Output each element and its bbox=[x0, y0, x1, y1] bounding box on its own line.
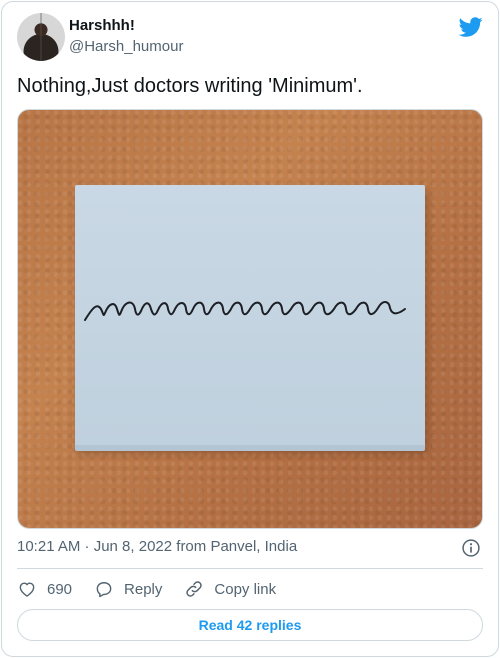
author-name[interactable]: Harshhh! bbox=[69, 17, 135, 34]
timestamp-row: 10:21 AM · Jun 8, 2022 from Panvel, Indi… bbox=[17, 538, 483, 558]
author-handle[interactable]: @Harsh_humour bbox=[69, 38, 183, 55]
tweet-photo[interactable]: minimum bbox=[17, 109, 483, 529]
tweet-text: Nothing,Just doctors writing 'Minimum'. bbox=[17, 75, 363, 97]
tweet-actions: 690 Reply Copy link bbox=[17, 578, 298, 600]
reply-icon bbox=[96, 582, 112, 598]
sticky-note: minimum bbox=[75, 185, 425, 451]
handwriting-minimum: minimum bbox=[84, 301, 406, 321]
reply-button[interactable]: Reply bbox=[94, 579, 162, 599]
divider bbox=[17, 568, 483, 569]
tweet-timestamp[interactable]: 10:21 AM · Jun 8, 2022 from Panvel, Indi… bbox=[17, 538, 297, 555]
reply-label: Reply bbox=[124, 580, 163, 598]
heart-icon bbox=[19, 582, 35, 597]
tweet-header: Harshhh! @Harsh_humour bbox=[17, 13, 483, 61]
like-button[interactable]: 690 bbox=[17, 579, 72, 599]
twitter-bird-icon[interactable] bbox=[459, 15, 483, 39]
like-count: 690 bbox=[47, 580, 73, 598]
copy-link-button[interactable]: Copy link bbox=[184, 579, 276, 599]
link-icon bbox=[186, 581, 203, 597]
info-icon[interactable] bbox=[461, 538, 481, 558]
copy-link-label: Copy link bbox=[214, 580, 277, 598]
avatar[interactable] bbox=[17, 13, 65, 61]
read-replies-button[interactable]: Read 42 replies bbox=[17, 609, 483, 641]
